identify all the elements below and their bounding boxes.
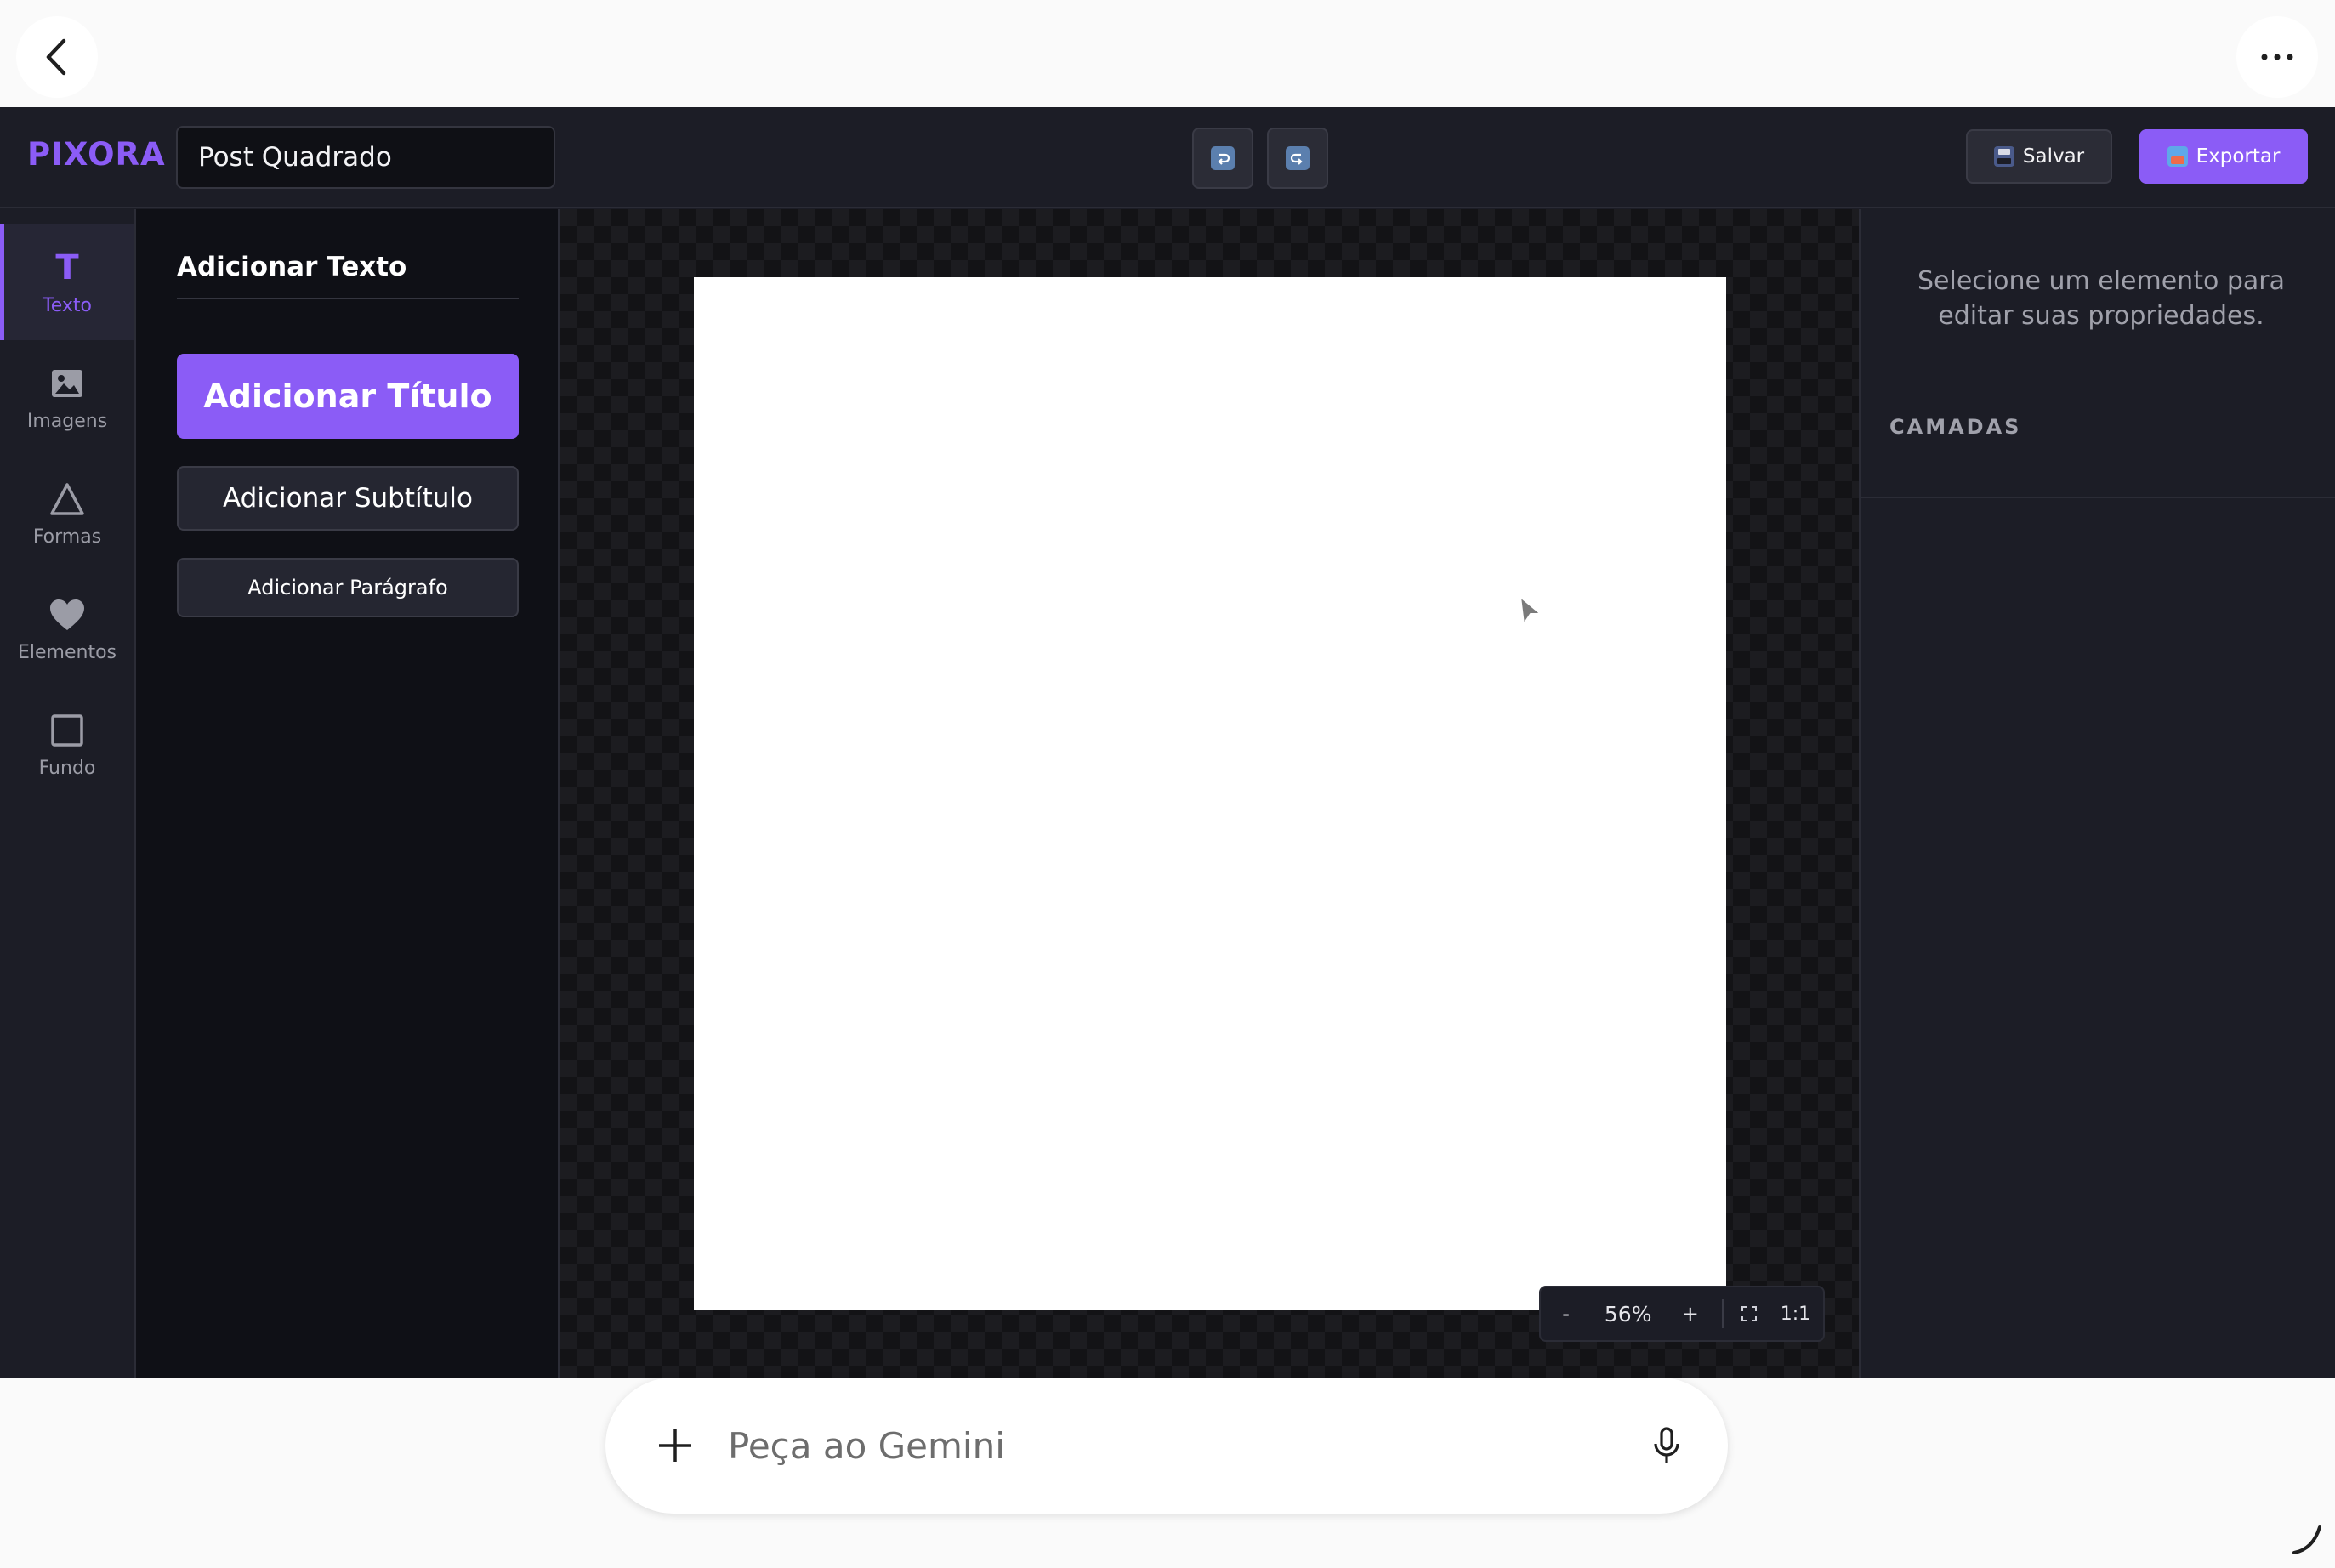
rail-item-imagens[interactable]: Imagens [0,340,134,456]
more-horizontal-icon [2261,54,2293,60]
properties-panel: Selecione um elemento para editar suas p… [1859,209,2335,1378]
properties-hint: Selecione um elemento para editar suas p… [1917,266,2285,331]
microphone-button[interactable] [1641,1420,1692,1471]
image-icon [50,365,84,402]
heart-icon [48,596,86,633]
rail-item-texto[interactable]: T Texto [0,224,134,340]
undo-button[interactable] [1192,128,1253,189]
zoom-in-button[interactable]: + [1665,1287,1715,1340]
app-header: PIXORA Salvar Exportar [0,107,2335,208]
editor-app: PIXORA Salvar Exportar [0,107,2335,1378]
artboard[interactable] [694,277,1726,1310]
square-icon [50,712,84,749]
app-logo: PIXORA [27,136,166,173]
fit-screen-button[interactable] [1730,1287,1767,1340]
cursor-pointer-icon [1520,596,1542,625]
save-label: Salvar [2022,145,2085,168]
layers-divider [1861,497,2335,498]
layers-title: CAMADAS [1889,415,2022,439]
microphone-icon [1654,1427,1679,1463]
triangle-icon [49,480,85,518]
gemini-prompt-bar [605,1378,1728,1514]
save-button[interactable]: Salvar [1966,129,2112,184]
gemini-input[interactable] [728,1417,1578,1474]
resize-handle-icon [2292,1525,2321,1554]
text-tool-panel: Adicionar Texto Adicionar Título Adicion… [136,209,560,1378]
zoom-out-button[interactable]: - [1541,1287,1591,1340]
tool-rail: T Texto Imagens Formas Elementos Fundo [0,209,136,1378]
canvas-area[interactable]: - 56% + 1:1 [560,209,1859,1378]
document-title-input[interactable] [176,126,555,189]
export-button[interactable]: Exportar [2139,129,2308,184]
rail-item-fundo[interactable]: Fundo [0,687,134,803]
outbox-tray-icon [2167,146,2188,167]
floppy-disk-icon [1993,146,2014,167]
add-title-button[interactable]: Adicionar Título [177,354,519,439]
actual-size-button[interactable]: 1:1 [1768,1287,1823,1340]
zoom-separator [1722,1299,1724,1328]
browser-top-bar [0,0,2335,107]
rail-item-formas[interactable]: Formas [0,456,134,571]
redo-icon [1286,146,1310,170]
rail-item-label: Elementos [17,641,116,663]
more-options-button[interactable] [2236,16,2318,98]
add-attachment-button[interactable] [650,1420,701,1471]
export-label: Exportar [2196,145,2281,168]
plus-icon [659,1429,691,1462]
chevron-left-icon [46,38,66,76]
fit-screen-icon [1741,1306,1758,1321]
rail-item-label: Formas [32,526,102,548]
rail-item-label: Fundo [38,757,96,779]
rail-item-elementos[interactable]: Elementos [0,571,134,687]
zoom-level: 56% [1604,1301,1652,1327]
undo-icon [1211,146,1235,170]
panel-divider [177,298,519,299]
redo-button[interactable] [1267,128,1328,189]
zoom-controls: - 56% + 1:1 [1539,1286,1825,1342]
back-button[interactable] [16,16,98,98]
text-icon: T [55,247,79,287]
add-paragraph-button[interactable]: Adicionar Parágrafo [177,558,519,617]
add-subtitle-button[interactable]: Adicionar Subtítulo [177,466,519,531]
rail-item-label: Texto [43,294,92,316]
panel-title: Adicionar Texto [177,252,407,282]
rail-item-label: Imagens [26,410,108,432]
